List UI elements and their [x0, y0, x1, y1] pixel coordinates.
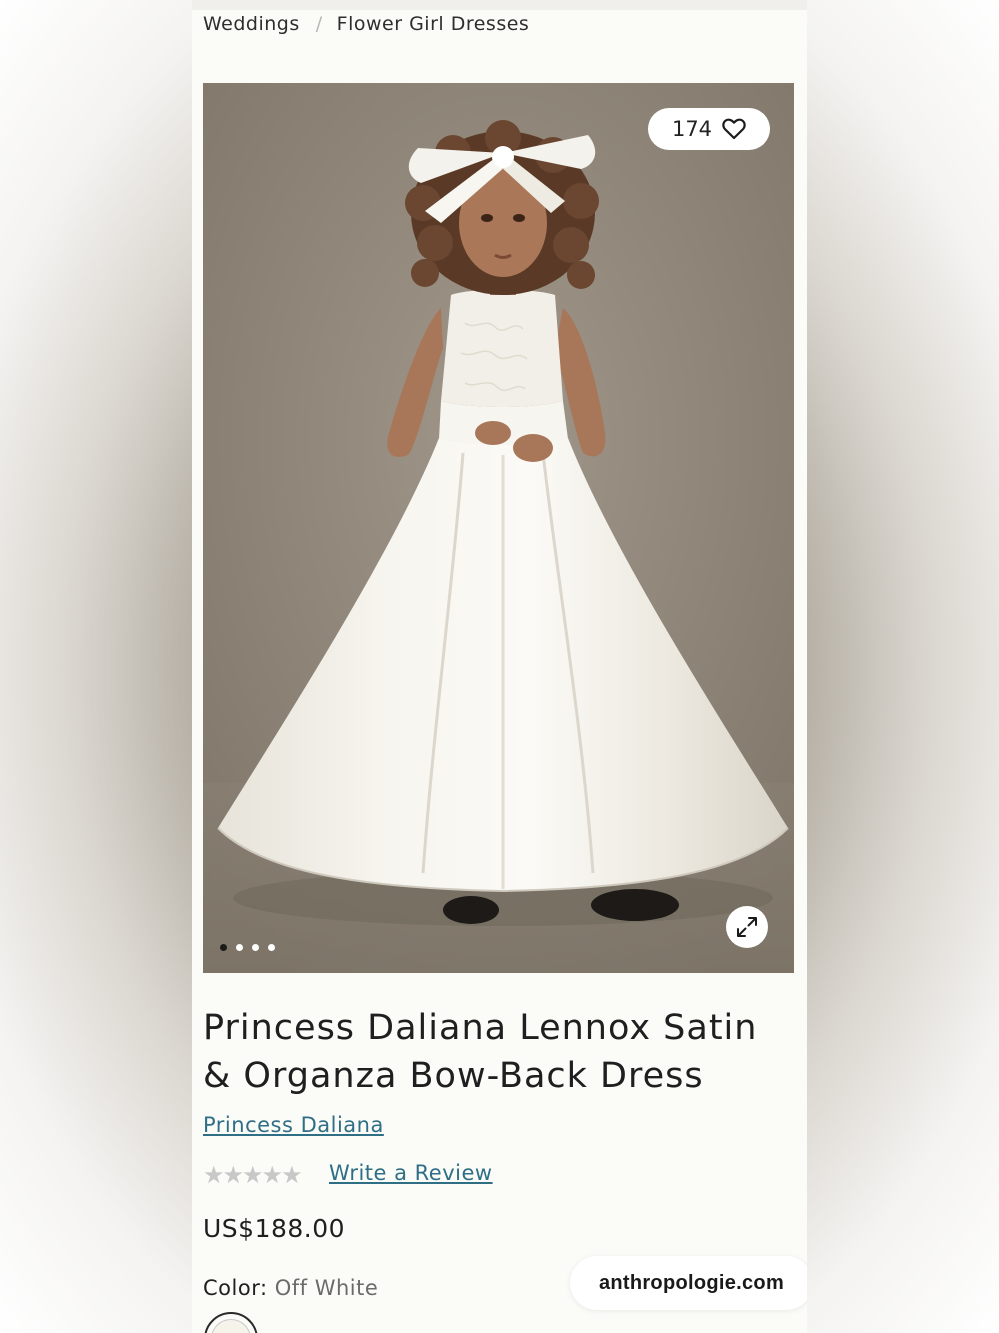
likes-count: 174 [671, 117, 713, 141]
star-icon: ★ [222, 1161, 244, 1189]
star-icon: ★ [281, 1161, 302, 1189]
gallery-dot-1[interactable] [220, 944, 227, 951]
top-strip [192, 0, 807, 10]
write-review-link[interactable]: Write a Review [329, 1161, 493, 1185]
product-title: Princess Daliana Lennox Satin & Organza … [203, 1008, 758, 1096]
gallery-pagination [220, 944, 275, 951]
breadcrumb-item-weddings[interactable]: Weddings [203, 13, 300, 35]
color-selector-label: Color: Off White [203, 1276, 378, 1300]
gallery-dot-2[interactable] [236, 944, 243, 951]
star-icon: ★ [203, 1161, 224, 1189]
gallery-dot-4[interactable] [268, 944, 275, 951]
star-icon: ★ [242, 1161, 263, 1189]
product-photo [203, 83, 794, 973]
heart-icon [722, 118, 746, 140]
swatch-fill [211, 1319, 251, 1333]
expand-icon [737, 917, 757, 937]
favorite-button[interactable]: 174 [648, 108, 770, 150]
browser-url-bar[interactable]: anthropologie.com [570, 1256, 807, 1310]
expand-image-button[interactable] [726, 906, 768, 948]
breadcrumb: Weddings / Flower Girl Dresses [203, 13, 529, 35]
product-image-gallery[interactable]: 174 [203, 83, 794, 973]
color-label: Color: [203, 1276, 268, 1300]
breadcrumb-separator: / [315, 13, 323, 35]
rating-stars[interactable]: ★★★★★ [203, 1161, 303, 1189]
product-page: Weddings / Flower Girl Dresses 174 Princ… [192, 0, 807, 1333]
product-price: US$188.00 [203, 1214, 346, 1243]
breadcrumb-item-flower-girl-dresses[interactable]: Flower Girl Dresses [337, 13, 530, 35]
gallery-dot-3[interactable] [252, 944, 259, 951]
color-swatch-off-white[interactable] [204, 1312, 258, 1333]
color-value: Off White [274, 1276, 379, 1300]
star-icon: ★ [261, 1161, 283, 1189]
brand-link[interactable]: Princess Daliana [203, 1113, 384, 1137]
url-text: anthropologie.com [598, 1271, 785, 1294]
